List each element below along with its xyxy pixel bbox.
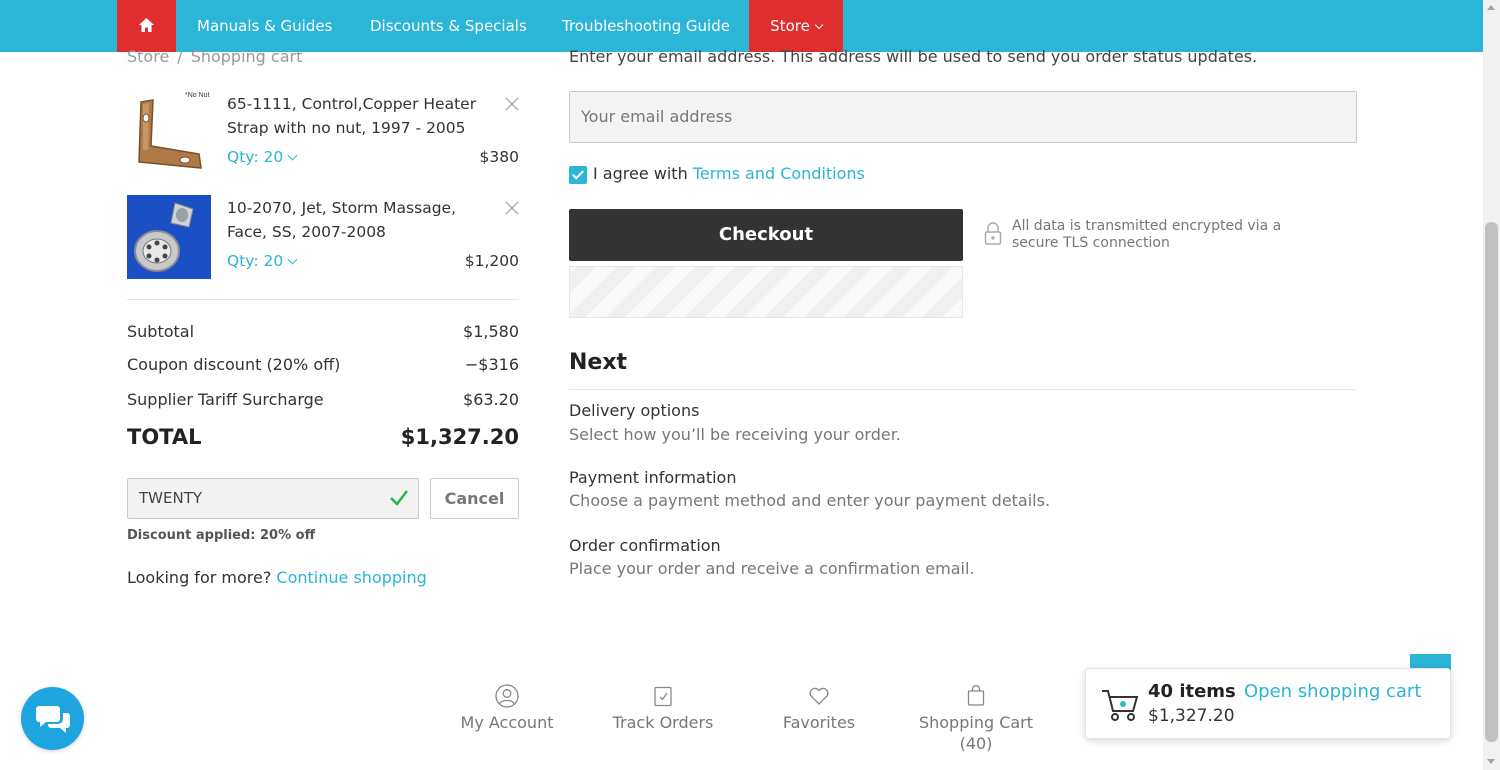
nav-store-dropdown[interactable]: Store — [749, 0, 843, 52]
footer-favorites[interactable]: Favorites — [749, 684, 889, 733]
payment-widget-placeholder — [569, 266, 963, 318]
discount-applied-note: Discount applied: 20% off — [127, 528, 316, 543]
chevron-down-icon — [814, 20, 824, 30]
cart-item-qty-label: Qty: 20 — [227, 148, 284, 166]
live-chat-button[interactable] — [21, 687, 84, 750]
next-heading: Next — [569, 350, 628, 375]
lock-icon — [984, 222, 1002, 250]
step-delivery-desc: Select how you’ll be receiving your orde… — [569, 425, 901, 444]
terms-conditions-link[interactable]: Terms and Conditions — [693, 164, 865, 183]
terms-agreement: I agree with Terms and Conditions — [593, 164, 865, 183]
cart-item-price: $380 — [479, 148, 519, 166]
chevron-down-icon — [287, 150, 298, 161]
tariff-surcharge-label: Supplier Tariff Surcharge — [127, 390, 324, 409]
open-shopping-cart-link[interactable]: Open shopping cart — [1244, 681, 1421, 702]
chevron-down-icon — [287, 254, 298, 265]
next-divider — [569, 389, 1357, 390]
cart-item-qty-selector[interactable]: Qty: 20 — [227, 148, 298, 166]
remove-item-button[interactable] — [505, 97, 519, 111]
nav-manuals-guides[interactable]: Manuals & Guides — [197, 0, 332, 52]
secure-connection-text: All data is transmitted encrypted via a … — [1012, 218, 1282, 251]
terms-checkbox[interactable] — [569, 166, 587, 184]
home-button[interactable] — [117, 0, 176, 52]
user-icon — [495, 684, 519, 708]
cart-icon — [1102, 690, 1139, 721]
product-image-heater-strap[interactable]: *No Nut — [127, 90, 211, 174]
breadcrumb-store[interactable]: Store — [127, 47, 169, 66]
footer-track-orders[interactable]: Track Orders — [593, 684, 733, 733]
mini-cart-popup: 40 items $1,327.20 Open shopping cart — [1085, 668, 1451, 739]
mini-cart-total: $1,327.20 — [1148, 706, 1235, 726]
subtotal-label: Subtotal — [127, 322, 195, 341]
footer-favorites-label: Favorites — [782, 713, 856, 732]
footer-my-account-label: My Account — [460, 713, 554, 732]
continue-shopping-link[interactable]: Continue shopping — [276, 568, 426, 587]
nav-troubleshooting-guide[interactable]: Troubleshooting Guide — [562, 0, 730, 52]
top-navigation: Manuals & Guides Discounts & Specials Tr… — [0, 0, 1483, 52]
nav-store-label: Store — [770, 17, 810, 35]
total-label: TOTAL — [127, 425, 202, 449]
product-image-note: *No Nut — [185, 92, 210, 99]
footer-my-account[interactable]: My Account — [437, 684, 577, 733]
breadcrumb: Store / Shopping cart — [127, 47, 302, 66]
remove-item-button[interactable] — [505, 201, 519, 215]
coupon-code-input[interactable]: TWENTY — [127, 478, 419, 519]
coupon-discount-label: Coupon discount (20% off) — [127, 355, 341, 374]
breadcrumb-separator: / — [177, 47, 183, 66]
email-input[interactable]: Your email address — [569, 91, 1357, 143]
breadcrumb-current: Shopping cart — [190, 47, 303, 66]
footer-track-orders-label: Track Orders — [612, 713, 714, 732]
close-icon — [505, 201, 519, 215]
step-delivery-title: Delivery options — [569, 401, 700, 420]
close-icon — [505, 97, 519, 111]
subtotal-value: $1,580 — [463, 322, 519, 341]
cancel-coupon-button[interactable]: Cancel — [430, 478, 519, 519]
clipboard-check-icon — [654, 686, 672, 707]
checkout-button[interactable]: Checkout — [569, 209, 963, 261]
home-icon — [139, 18, 154, 32]
mini-cart-count: 40 items — [1148, 681, 1236, 702]
cart-item-qty-selector[interactable]: Qty: 20 — [227, 252, 298, 270]
total-value: $1,327.20 — [400, 425, 519, 449]
product-image-storm-jet[interactable] — [127, 195, 211, 279]
tariff-surcharge-value: $63.20 — [463, 390, 519, 409]
step-confirmation-title: Order confirmation — [569, 536, 721, 555]
footer-shopping-cart[interactable]: Shopping Cart (40) — [906, 684, 1046, 754]
nav-discounts-specials[interactable]: Discounts & Specials — [370, 0, 527, 52]
page-scrollbar[interactable] — [1483, 0, 1500, 770]
summary-divider — [127, 299, 519, 300]
scroll-down-arrow[interactable] — [1487, 759, 1495, 764]
shopping-bag-icon — [967, 684, 985, 706]
cart-item-name[interactable]: 65-1111, Control,Copper Heater Strap wit… — [227, 92, 487, 140]
step-confirmation-desc: Place your order and receive a confirmat… — [569, 559, 975, 578]
terms-agree-text: I agree with — [593, 164, 688, 183]
coupon-discount-value: −$316 — [464, 355, 519, 374]
chat-bubbles-icon — [36, 706, 70, 733]
scroll-thumb[interactable] — [1485, 222, 1498, 742]
scroll-up-arrow[interactable] — [1487, 5, 1495, 10]
check-icon — [389, 489, 409, 511]
footer-shopping-cart-label: Shopping Cart — [918, 713, 1034, 732]
cart-item-price: $1,200 — [464, 252, 519, 270]
cart-item-name[interactable]: 10-2070, Jet, Storm Massage, Face, SS, 2… — [227, 196, 487, 244]
looking-for-more: Looking for more? Continue shopping — [127, 568, 427, 587]
email-prompt: Enter your email address. This address w… — [569, 47, 1258, 66]
step-payment-title: Payment information — [569, 468, 737, 487]
looking-for-more-text: Looking for more? — [127, 568, 272, 587]
footer-cart-count: (40) — [959, 734, 993, 753]
heart-icon — [809, 687, 829, 705]
cart-item-qty-label: Qty: 20 — [227, 252, 284, 270]
step-payment-desc: Choose a payment method and enter your p… — [569, 491, 1051, 510]
